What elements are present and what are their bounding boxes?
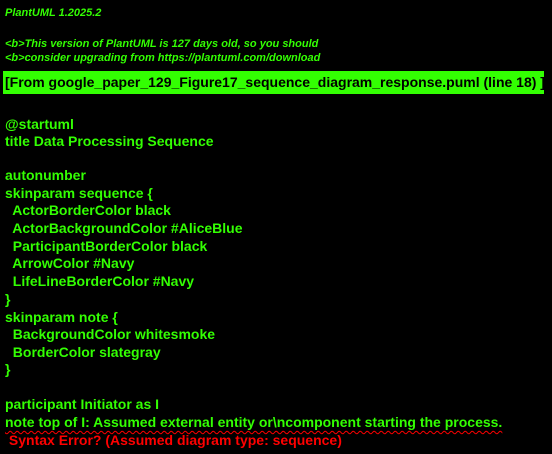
source-line: BackgroundColor whitesmoke: [5, 326, 216, 342]
source-line: title Data Processing Sequence: [5, 133, 214, 149]
source-line: ActorBackgroundColor #AliceBlue: [5, 220, 243, 236]
error-source-banner: [From google_paper_129_Figure17_sequence…: [3, 71, 545, 94]
source-line: skinparam note {: [5, 309, 118, 325]
source-line: LifeLineBorderColor #Navy: [5, 273, 195, 289]
source-line: autonumber: [5, 167, 86, 183]
error-source-line-text: note top of I: Assumed external entity o…: [5, 414, 503, 430]
source-line: }: [5, 291, 11, 307]
source-line: BorderColor slategray: [5, 344, 161, 360]
source-line: }: [5, 361, 11, 377]
source-line: ParticipantBorderColor black: [5, 238, 208, 254]
version-warning-line-1: <b>This version of PlantUML is 127 days …: [5, 38, 319, 50]
error-source-line: note top of I: Assumed external entity o…: [5, 414, 502, 431]
source-line: participant Initiator as I: [5, 396, 160, 412]
source-line: @startuml: [5, 116, 74, 132]
source-line: ArrowColor #Navy: [5, 255, 135, 271]
plantuml-version: PlantUML 1.2025.2: [5, 7, 102, 19]
syntax-error-message: Syntax Error? (Assumed diagram type: seq…: [5, 432, 342, 448]
source-line: ActorBorderColor black: [5, 202, 171, 218]
source-line: skinparam sequence {: [5, 185, 153, 201]
version-warning-line-2: <b>consider upgrading from https://plant…: [5, 52, 321, 64]
